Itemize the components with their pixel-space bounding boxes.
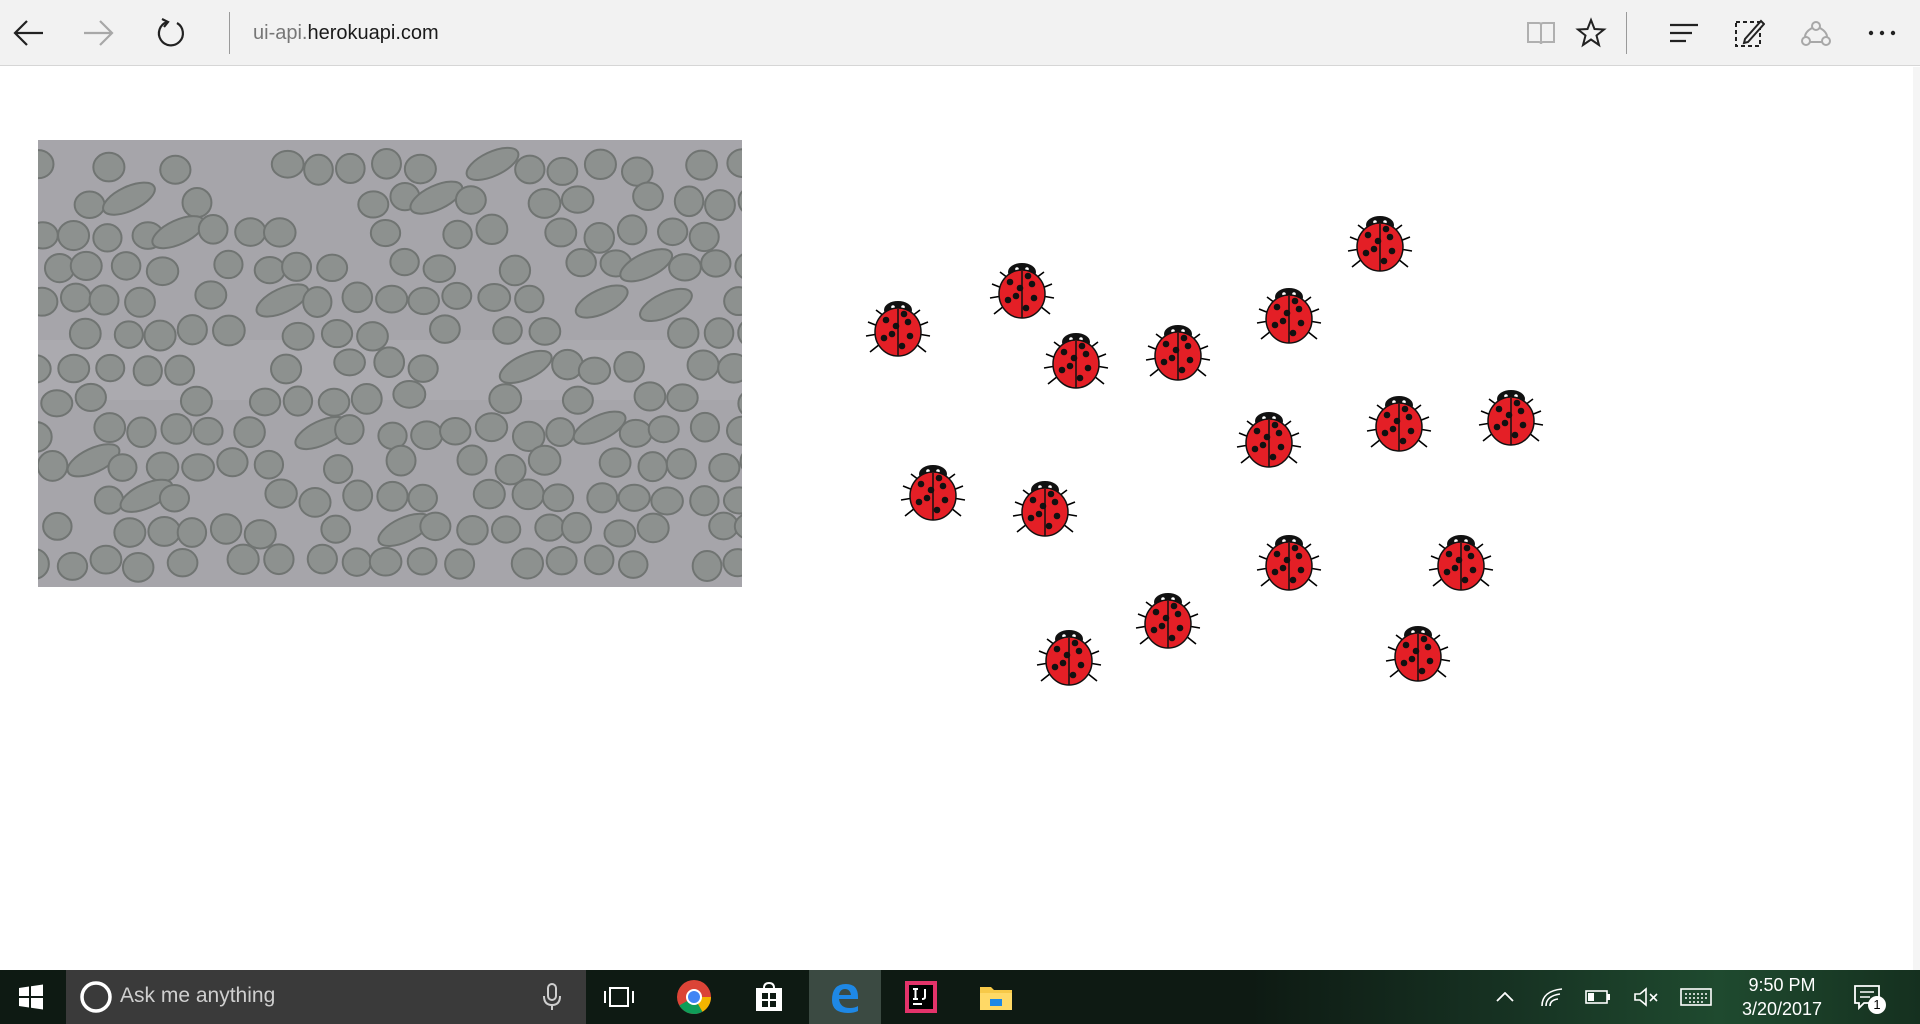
windows-taskbar: Ask me anything 9:50 PM 3/20/2017 1 xyxy=(0,970,1920,1024)
reading-view-button[interactable] xyxy=(1520,12,1562,54)
share-icon xyxy=(1801,21,1831,46)
favorite-star-icon xyxy=(1575,17,1607,48)
store-icon xyxy=(756,981,782,1011)
ladybug xyxy=(865,301,931,357)
ladybug xyxy=(1347,216,1413,272)
clock-time[interactable]: 9:50 PM xyxy=(1722,975,1842,996)
back-button[interactable] xyxy=(7,12,49,54)
ladybugs-image xyxy=(865,216,1544,686)
ladybug xyxy=(1145,325,1211,381)
ladybug xyxy=(900,465,966,521)
task-view-icon xyxy=(604,987,634,1007)
keyboard-icon xyxy=(1680,988,1712,1006)
browser-toolbar: ui-api.herokuapi.com xyxy=(0,0,1920,66)
refresh-button[interactable] xyxy=(150,12,192,54)
refresh-icon xyxy=(157,18,184,47)
network-status[interactable] xyxy=(1534,970,1570,1024)
speaker-muted-icon xyxy=(1634,987,1658,1007)
store-app[interactable] xyxy=(733,970,805,1024)
ladybug xyxy=(1366,396,1432,452)
ladybug xyxy=(1036,630,1102,686)
notification-badge: 1 xyxy=(1868,996,1886,1014)
battery-status[interactable] xyxy=(1580,970,1616,1024)
touch-keyboard[interactable] xyxy=(1676,970,1716,1024)
more-icon xyxy=(1868,30,1896,36)
chrome-app[interactable] xyxy=(658,970,730,1024)
ladybug xyxy=(1256,535,1322,591)
address-separator xyxy=(229,12,230,54)
page-content xyxy=(0,67,1920,970)
ladybug xyxy=(1478,390,1544,446)
page-scrollbar[interactable] xyxy=(1913,67,1920,970)
hub-button[interactable] xyxy=(1663,12,1705,54)
reading-view-icon xyxy=(1527,22,1555,45)
task-view-button[interactable] xyxy=(583,970,655,1024)
favorite-button[interactable] xyxy=(1570,12,1612,54)
web-note-icon xyxy=(1735,19,1765,47)
forward-arrow-icon xyxy=(84,20,114,46)
intellij-app[interactable] xyxy=(885,970,957,1024)
ladybug xyxy=(1236,412,1302,468)
chevron-up-icon xyxy=(1496,992,1514,1002)
wifi-icon xyxy=(1541,988,1563,1007)
url-domain: herokuapi.com xyxy=(307,22,439,44)
ladybug xyxy=(1256,288,1322,344)
ladybug xyxy=(1385,626,1451,682)
chrome-icon xyxy=(677,980,711,1014)
edge-icon xyxy=(832,984,858,1013)
back-arrow-icon xyxy=(13,20,43,46)
blood-cells-image xyxy=(38,140,742,587)
intellij-icon xyxy=(905,981,937,1013)
ladybug xyxy=(1135,593,1201,649)
share-button[interactable] xyxy=(1795,12,1837,54)
microphone-icon[interactable] xyxy=(542,982,562,1012)
file-explorer-app[interactable] xyxy=(960,970,1032,1024)
volume-control[interactable] xyxy=(1628,970,1664,1024)
show-hidden-icons[interactable] xyxy=(1490,970,1520,1024)
edge-app[interactable] xyxy=(809,970,881,1024)
battery-icon xyxy=(1585,990,1610,1004)
ladybug xyxy=(1012,481,1078,537)
windows-logo-icon xyxy=(19,984,43,1010)
ladybug xyxy=(1043,333,1109,389)
ladybug xyxy=(1428,535,1494,591)
forward-button[interactable] xyxy=(78,12,120,54)
hub-icon xyxy=(1670,23,1698,43)
url-subdomain: ui-api. xyxy=(253,22,308,44)
action-center[interactable]: 1 xyxy=(1844,970,1890,1024)
search-box[interactable]: Ask me anything xyxy=(66,970,586,1024)
search-placeholder: Ask me anything xyxy=(120,984,276,1007)
file-explorer-icon xyxy=(980,987,1012,1010)
start-button[interactable] xyxy=(0,970,62,1024)
more-button[interactable] xyxy=(1861,12,1903,54)
toolbar-separator xyxy=(1626,12,1627,54)
clock-date[interactable]: 3/20/2017 xyxy=(1722,999,1842,1020)
address-bar[interactable]: ui-api.herokuapi.com xyxy=(253,20,439,46)
ladybug xyxy=(989,263,1055,319)
web-note-button[interactable] xyxy=(1728,12,1770,54)
cortana-icon xyxy=(80,981,112,1013)
